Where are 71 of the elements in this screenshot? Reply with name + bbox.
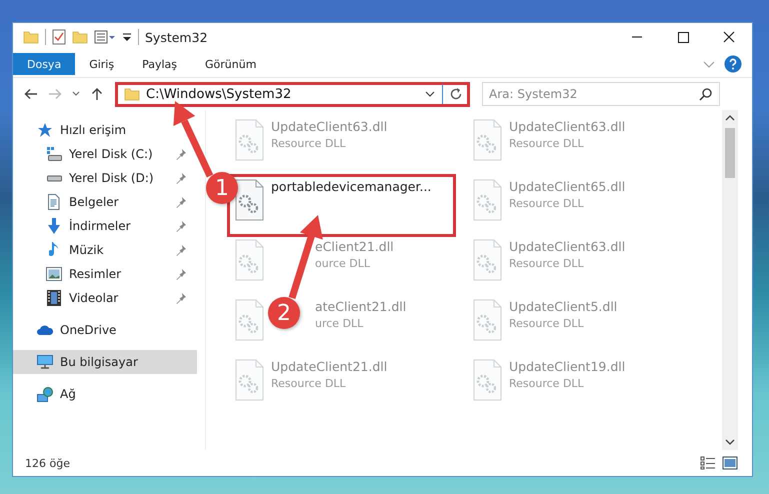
file-type: Resource DLL: [509, 257, 585, 270]
gear-file-icon: [472, 299, 503, 342]
folder-icon: [124, 86, 140, 102]
pin-icon[interactable]: [175, 268, 187, 280]
network-icon: [37, 386, 53, 402]
cloud-icon: [37, 325, 53, 335]
music-note-icon: [49, 242, 59, 258]
scrollbar-thumb[interactable]: [725, 128, 735, 178]
item-count: 126 öğe: [25, 456, 70, 470]
ribbon-tab[interactable]: Dosya: [13, 53, 76, 75]
file-type: Resource DLL: [271, 137, 347, 150]
sidebar-item[interactable]: Videolar: [13, 286, 197, 310]
sidebar-item[interactable]: İndirmeler: [13, 214, 197, 238]
picture-icon: [46, 267, 62, 281]
gear-file-icon: [234, 359, 265, 402]
sidebar-item[interactable]: Bu bilgisayar: [13, 350, 197, 374]
search-icon[interactable]: [699, 87, 713, 101]
sidebar-item[interactable]: Belgeler: [13, 190, 197, 214]
view-dropdown-icon[interactable]: [94, 29, 116, 45]
ribbon-tab[interactable]: Paylaş: [128, 53, 191, 75]
search-field[interactable]: Ara: System32: [482, 82, 720, 106]
gear-file-icon: [472, 359, 503, 402]
sidebar-item[interactable]: Müzik: [13, 238, 197, 262]
file-type: Resource DLL: [509, 377, 585, 390]
document-icon: [47, 194, 61, 210]
pin-icon[interactable]: [175, 244, 187, 256]
help-icon[interactable]: [724, 55, 742, 73]
window-title: System32: [145, 30, 208, 44]
monitor-icon: [37, 355, 53, 369]
gear-file-icon: [234, 119, 265, 162]
scroll-down-icon[interactable]: [725, 437, 735, 447]
drive-icon: [46, 174, 62, 182]
file-type: urce DLL: [315, 317, 364, 330]
file-type: Resource DLL: [271, 377, 347, 390]
sidebar-item[interactable]: Hızlı erişim: [13, 118, 197, 142]
star-icon: [37, 122, 53, 138]
ribbon-tab[interactable]: Görünüm: [191, 53, 270, 75]
sidebar-item[interactable]: OneDrive: [13, 318, 197, 342]
file-type: Resource DLL: [509, 317, 585, 330]
file-name[interactable]: portabledevicemanager...: [271, 179, 432, 194]
drive-icon: [46, 147, 62, 161]
down-arrow-icon: [47, 218, 61, 234]
file-type: Resource DLL: [509, 197, 585, 210]
pin-icon[interactable]: [175, 292, 187, 304]
file-type: Resource DLL: [509, 137, 585, 150]
gear-file-icon: [234, 239, 265, 282]
tiles-view-icon[interactable]: [722, 456, 738, 470]
gear-file-icon: [472, 119, 503, 162]
pin-icon[interactable]: [175, 220, 187, 232]
scroll-up-icon[interactable]: [725, 113, 735, 123]
gear-file-icon: [234, 179, 265, 222]
refresh-icon[interactable]: [449, 87, 463, 101]
gear-file-icon: [234, 299, 265, 342]
pin-icon[interactable]: [175, 196, 187, 208]
address-field[interactable]: C:\Windows\System32: [115, 82, 470, 106]
address-path: C:\Windows\System32: [146, 86, 292, 102]
pin-icon[interactable]: [175, 148, 187, 160]
file-type: ource DLL: [315, 257, 372, 270]
properties-icon[interactable]: [52, 29, 66, 45]
sidebar-item[interactable]: Resimler: [13, 262, 197, 286]
pin-icon[interactable]: [175, 172, 187, 184]
ribbon-tab[interactable]: Giriş: [75, 53, 128, 75]
scrollbar[interactable]: [722, 110, 738, 450]
sidebar-item[interactable]: Yerel Disk (C:): [13, 142, 197, 166]
gear-file-icon: [472, 239, 503, 282]
sidebar-item[interactable]: Yerel Disk (D:): [13, 166, 197, 190]
sidebar-item[interactable]: Ağ: [13, 382, 197, 406]
details-view-icon[interactable]: [700, 456, 716, 470]
gear-file-icon: [472, 179, 503, 222]
file-tile[interactable]: portabledevicemanager...: [227, 174, 456, 237]
film-icon: [47, 290, 61, 306]
